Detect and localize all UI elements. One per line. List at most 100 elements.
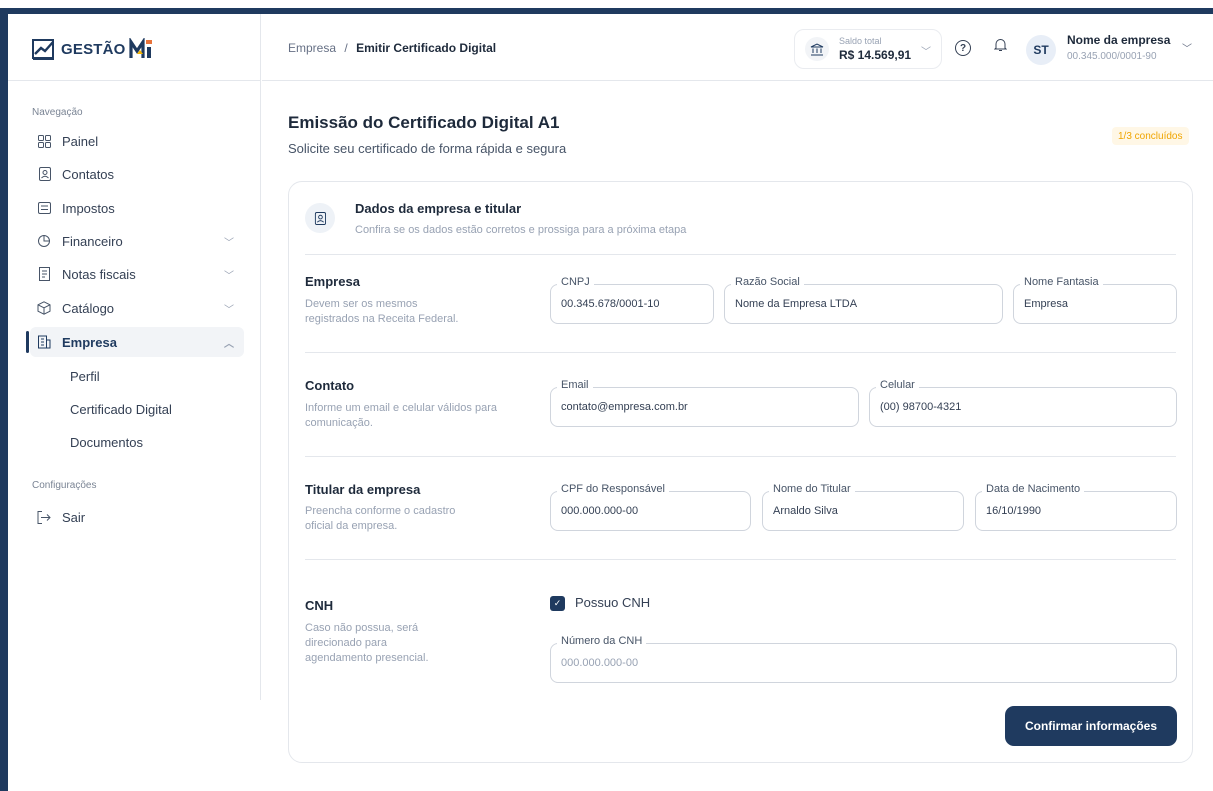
sidebar-item-impostos[interactable]: Impostos [30,193,244,223]
logo-text: GESTÃO [61,40,126,58]
field-value: 16/10/1990 [986,505,1042,517]
logout-icon [34,510,54,524]
field-label: Email [557,379,593,391]
nome-titular-field[interactable]: Nome do Titular Arnaldo Silva [762,483,964,531]
section-divider [305,254,1176,255]
numero-cnh-field[interactable]: Número da CNH 000.000.000-00 [550,635,1177,683]
breadcrumb-separator: / [344,41,348,55]
possuo-cnh-checkbox[interactable]: ✓ [550,596,565,611]
breadcrumb-parent[interactable]: Empresa [288,41,336,55]
sidebar-item-label: Financeiro [62,233,123,249]
balance-value: R$ 14.569,91 [839,48,912,62]
chevron-down-icon: ﹀ [921,47,931,58]
sidebar: GESTÃO Navegação Painel Contatos Imposto… [8,14,261,700]
card-title: Dados da empresa e titular [355,201,522,216]
field-label: Nome Fantasia [1020,276,1103,288]
sidebar-item-catalogo[interactable]: Catálogo ﹀ [30,293,244,323]
box-icon [34,301,54,315]
avatar[interactable]: ST [1026,35,1056,65]
contact-book-icon [305,203,335,233]
sidebar-divider [8,80,260,81]
company-name[interactable]: Nome da empresa [1067,33,1170,47]
finance-icon [34,234,54,248]
sidebar-subitem-perfil[interactable]: Perfil [70,369,100,384]
window-top-border [0,0,1213,14]
logo-mei-mark [128,38,152,58]
sidebar-item-label: Notas fiscais [62,266,136,282]
section-title-contato: Contato [305,378,355,393]
nav-section-label: Navegação [32,107,83,118]
window-left-border [0,14,8,791]
receipt-icon [34,202,54,214]
field-placeholder: 000.000.000-00 [561,657,639,669]
field-value: (00) 98700-4321 [880,401,962,413]
bank-icon [805,37,829,61]
field-label: Nome do Titular [769,483,855,495]
page-subtitle: Solicite seu certificado de forma rápida… [288,141,567,156]
breadcrumb-current: Emitir Certificado Digital [356,41,497,55]
chevron-down-icon: ﹀ [224,237,234,249]
sidebar-subitem-certificado-digital[interactable]: Certificado Digital [70,402,172,417]
sidebar-item-contatos[interactable]: Contatos [30,159,244,189]
sidebar-item-label: Painel [62,133,99,149]
top-header: Empresa / Emitir Certificado Digital Sal… [262,14,1213,81]
form-card: Dados da empresa e titular Confira se os… [288,181,1193,763]
sidebar-item-label: Catálogo [62,300,115,316]
cpf-responsavel-field[interactable]: CPF do Responsável 000.000.000-00 [550,483,751,531]
section-title-cnh: CNH [305,598,334,613]
field-label: Número da CNH [557,635,647,647]
grid-icon [34,134,54,148]
section-divider [305,559,1176,560]
possuo-cnh-label[interactable]: Possuo CNH [575,595,650,610]
sidebar-item-sair[interactable]: Sair [30,502,244,532]
razao-social-field[interactable]: Razão Social Nome da Empresa LTDA [724,276,1003,324]
config-section-label: Configurações [32,480,97,491]
balance-label: Saldo total [839,36,882,46]
chevron-down-icon: ﹀ [224,304,234,316]
section-title-titular: Titular da empresa [305,482,421,497]
field-label: Razão Social [731,276,804,288]
page-title: Emissão do Certificado Digital A1 [288,113,560,132]
section-title-empresa: Empresa [305,274,360,289]
section-desc-titular: Preencha conforme o cadastro oficial da … [305,505,456,532]
chevron-down-icon: ﹀ [224,270,234,282]
progress-badge: 1/3 concluídos [1112,127,1189,145]
sidebar-item-label: Sair [62,509,86,525]
building-icon [34,335,54,349]
section-desc-cnh: Caso não possua, será direcionado para a… [305,622,429,664]
cnpj-field[interactable]: CNPJ 00.345.678/0001-10 [550,276,714,324]
sidebar-item-painel[interactable]: Painel [30,126,244,156]
chevron-up-icon: ︿ [224,338,234,350]
bell-icon[interactable] [993,38,1008,55]
nome-fantasia-field[interactable]: Nome Fantasia Empresa [1013,276,1177,324]
field-value: contato@empresa.com.br [561,401,688,413]
field-label: Celular [876,379,919,391]
card-subtitle: Confira se os dados estão corretos e pro… [355,224,687,236]
email-field[interactable]: Email contato@empresa.com.br [550,379,859,427]
field-value: Nome da Empresa LTDA [735,298,858,310]
sidebar-item-label: Empresa [62,334,117,350]
sidebar-subitem-documentos[interactable]: Documentos [70,435,143,450]
confirm-button[interactable]: Confirmar informações [1005,706,1177,746]
sidebar-item-label: Contatos [62,166,115,182]
data-nascimento-field[interactable]: Data de Nacimento 16/10/1990 [975,483,1177,531]
field-label: CNPJ [557,276,594,288]
field-value: Empresa [1024,298,1069,310]
sidebar-item-empresa[interactable]: Empresa ︿ [26,327,244,357]
balance-selector[interactable]: Saldo total R$ 14.569,91 ﹀ [794,29,942,69]
sidebar-item-label: Impostos [62,200,115,216]
field-value: Arnaldo Silva [773,505,838,517]
chevron-down-icon[interactable]: ﹀ [1182,40,1192,55]
section-divider [305,352,1176,353]
section-desc-contato: Informe um email e celular válidos para … [305,402,497,429]
section-desc-empresa: Devem ser os mesmos registrados na Recei… [305,298,459,325]
invoice-icon [34,267,54,281]
celular-field[interactable]: Celular (00) 98700-4321 [869,379,1177,427]
sidebar-item-notas-fiscais[interactable]: Notas fiscais ﹀ [30,259,244,289]
field-label: Data de Nacimento [982,483,1085,495]
app-logo[interactable]: GESTÃO [32,34,155,64]
company-cnpj: 00.345.000/0001-90 [1067,51,1157,62]
sidebar-item-financeiro[interactable]: Financeiro ﹀ [30,226,244,256]
active-indicator [26,331,29,353]
help-icon[interactable]: ? [955,40,971,56]
